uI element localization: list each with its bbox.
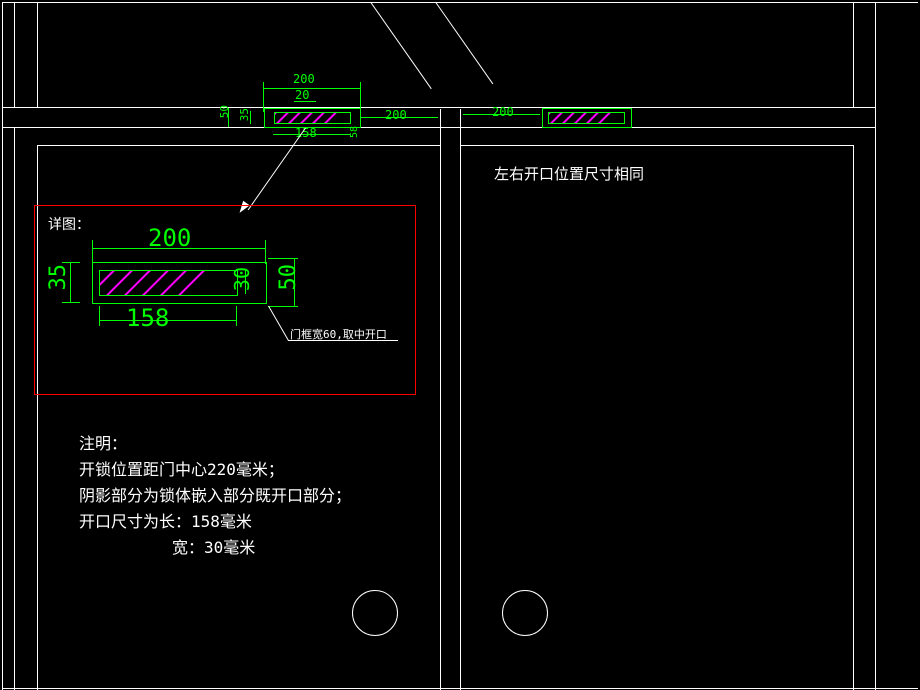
det-50-t1 [268, 258, 298, 259]
slot-right [548, 112, 625, 124]
dim-200a [360, 117, 438, 118]
dim-20-top-label: 20 [295, 88, 309, 102]
pull-right [502, 590, 548, 636]
det-200-ext1 [92, 240, 93, 264]
dim-200b-label: 200 [492, 105, 514, 119]
dim-50-top-label: 50 [218, 105, 231, 118]
det-note: 门框宽60,取中开口 [290, 326, 387, 342]
det-158-ext2 [236, 306, 237, 326]
stile-l1 [14, 2, 15, 107]
det-35-label: 35 [46, 264, 71, 291]
panel-l-out [14, 127, 15, 690]
frame-top [2, 2, 918, 3]
frame-left [2, 2, 3, 690]
stile-r2 [875, 2, 876, 107]
rail-top [2, 107, 875, 108]
dim-200-top [263, 88, 360, 89]
det-35-t1 [62, 262, 80, 263]
notes-l1: 开锁位置距门中心220毫米； [79, 456, 284, 480]
rail-right-cap [875, 107, 876, 128]
det-slot [99, 270, 238, 296]
det-200-ext2 [265, 240, 266, 264]
det-50-t2 [268, 306, 298, 307]
center-div-1 [440, 109, 441, 690]
note-right: 左右开口位置尺寸相同 [494, 163, 644, 184]
panel-r-top [460, 145, 853, 146]
leader-to-detail [248, 128, 306, 210]
notes-l2: 阴影部分为锁体嵌入部分既开口部分； [79, 482, 351, 506]
notes-l4: 宽：30毫米 [172, 534, 255, 558]
dim-58-top-label: 58 [349, 126, 360, 138]
pull-left [352, 590, 398, 636]
det-200-label: 200 [148, 224, 191, 252]
rail-bot [2, 127, 875, 128]
stile-l2 [37, 2, 38, 107]
cad-canvas: 200 20 200 200 50 35 158 58 左右开口位置尺寸相同 详… [0, 0, 920, 690]
dim-200b [463, 114, 540, 115]
notes-title: 注明： [79, 430, 127, 454]
panel-r-in [853, 145, 854, 690]
detail-title: 详图： [48, 214, 90, 234]
stile-r1 [853, 2, 854, 107]
dim-200-top-label: 200 [293, 72, 315, 86]
leader-1 [370, 2, 432, 89]
panel-l-top [37, 145, 441, 146]
center-div-2 [460, 109, 461, 690]
det-158-ext1 [99, 306, 100, 326]
det-50-label: 50 [276, 264, 301, 291]
dim-35-top-line [250, 111, 251, 124]
dim-200-top-ext1 [263, 82, 264, 112]
det-158-label: 158 [126, 304, 169, 332]
dim-50-top-line [228, 108, 229, 127]
leader-2 [435, 2, 493, 84]
det-35-t2 [62, 302, 80, 303]
panel-r-out [875, 127, 876, 690]
dim-200-top-ext2 [360, 82, 361, 112]
slot-left [274, 112, 351, 124]
dim-200a-label: 200 [385, 108, 407, 122]
notes-l3: 开口尺寸为长：158毫米 [79, 508, 252, 532]
det-30-label: 30 [230, 267, 254, 291]
